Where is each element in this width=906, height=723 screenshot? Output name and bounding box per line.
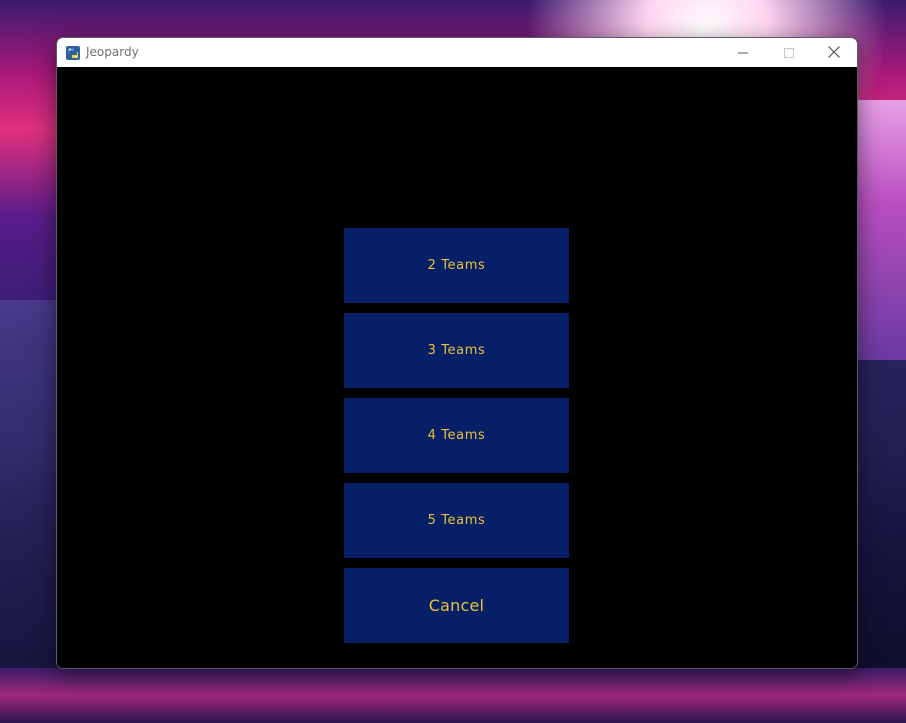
minimize-button[interactable]	[720, 38, 766, 67]
python-icon	[66, 45, 80, 60]
cancel-button[interactable]: Cancel	[344, 568, 569, 643]
five-teams-button[interactable]: 5 Teams	[344, 483, 569, 558]
maximize-button[interactable]	[766, 38, 812, 67]
five-teams-label: 5 Teams	[427, 513, 486, 528]
close-button[interactable]	[811, 38, 857, 67]
desktop-wallpaper-accent	[856, 100, 906, 360]
three-teams-label: 3 Teams	[427, 343, 486, 358]
two-teams-label: 2 Teams	[427, 258, 486, 273]
two-teams-button[interactable]: 2 Teams	[344, 228, 569, 303]
minimize-icon	[738, 43, 748, 62]
app-window: Jeopardy 2 Teams 3 Teams 4 Teams 5 Teams…	[56, 37, 858, 669]
four-teams-label: 4 Teams	[427, 428, 486, 443]
three-teams-button[interactable]: 3 Teams	[344, 313, 569, 388]
close-icon	[828, 43, 840, 62]
four-teams-button[interactable]: 4 Teams	[344, 398, 569, 473]
title-bar[interactable]: Jeopardy	[57, 38, 857, 67]
desktop-wallpaper-bottom	[0, 668, 906, 723]
window-title: Jeopardy	[86, 45, 139, 59]
cancel-label: Cancel	[428, 596, 485, 615]
game-canvas: 2 Teams 3 Teams 4 Teams 5 Teams Cancel	[57, 67, 857, 668]
maximize-icon	[784, 43, 794, 62]
